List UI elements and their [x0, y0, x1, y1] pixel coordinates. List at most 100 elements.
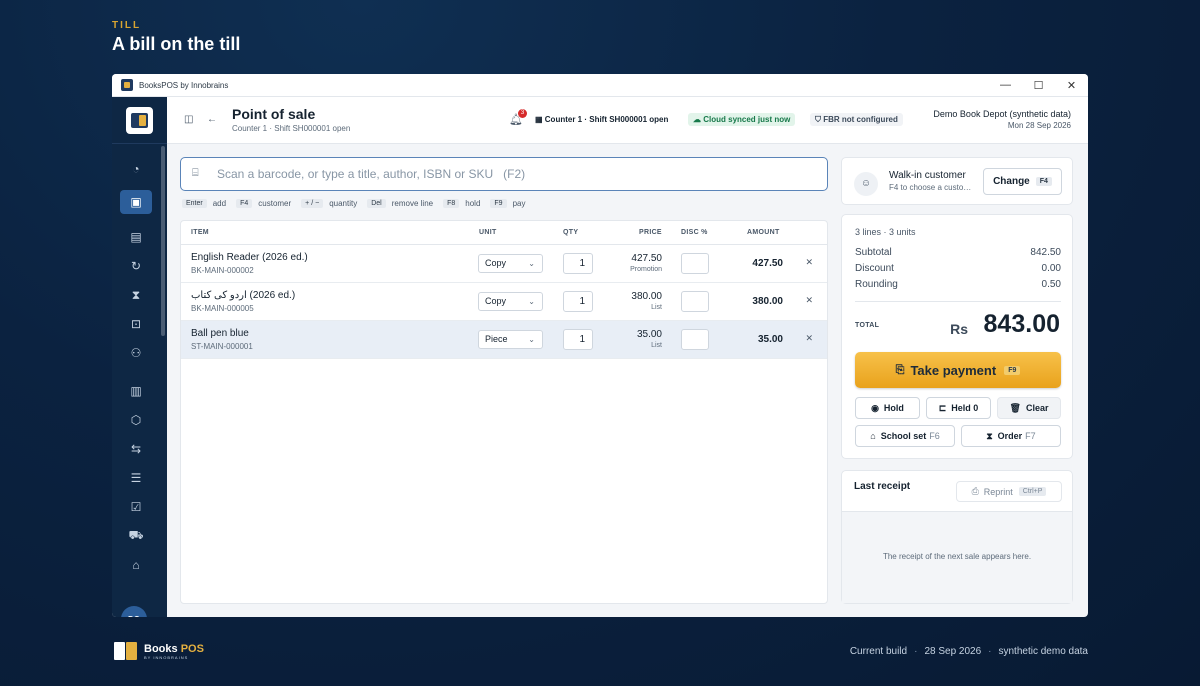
shortcut-key: F4: [236, 199, 253, 208]
store-name: Demo Book Depot (synthetic data): [933, 109, 1071, 119]
unit-select[interactable]: Piece ⌄: [478, 330, 543, 349]
sidebar-item-dashboard[interactable]: ◔: [120, 157, 152, 181]
unit-value: Piece: [485, 334, 508, 344]
page-headline: A bill on the till: [112, 34, 241, 54]
held-sales-button[interactable]: ⊏ Held 0: [926, 397, 991, 419]
sidebar-item-hourglass[interactable]: ⧗: [120, 283, 152, 307]
discount-label: Discount: [855, 263, 894, 274]
app-logo[interactable]: [126, 107, 153, 134]
shortcut-label: quantity: [329, 199, 358, 208]
totals-card: 3 lines · 3 units Subtotal 842.50 Discoun…: [841, 214, 1073, 459]
book-icon: ▥: [130, 384, 142, 398]
reprint-button[interactable]: ⎙ Reprint Ctrl+P: [956, 481, 1062, 502]
quantity-input[interactable]: 1: [563, 329, 593, 350]
pause-icon: ◉: [871, 402, 879, 413]
footer-separator: ·: [914, 646, 918, 657]
sidebar-item-truck[interactable]: ⛟: [120, 524, 152, 548]
rounding-value: 0.50: [1041, 279, 1061, 290]
sidebar-item-transfer[interactable]: ⇆: [120, 437, 152, 461]
clear-button[interactable]: 🗑︎ Clear: [997, 397, 1061, 419]
back-arrow-icon[interactable]: ←: [207, 114, 217, 125]
table-row[interactable]: English Reader (2026 ed.) BK-MAIN-000002 C…: [181, 245, 827, 283]
books-logo-icon: [112, 640, 140, 662]
user-avatar[interactable]: DO: [121, 606, 147, 617]
col-item: ITEM: [191, 229, 209, 236]
school-set-label: School set: [880, 431, 927, 441]
total-currency: Rs: [950, 321, 968, 337]
search-box[interactable]: ⌸: [180, 157, 828, 191]
chevron-down-icon: ⌄: [528, 335, 535, 344]
hold-button[interactable]: ◉ Hold: [855, 397, 920, 419]
discount-input[interactable]: [681, 291, 709, 312]
unit-select[interactable]: Copy ⌄: [478, 254, 543, 273]
subtotal-value: 842.50: [1030, 247, 1061, 258]
sidebar-item-users[interactable]: ⚇: [120, 341, 152, 365]
shortcut-label: hold: [465, 199, 481, 208]
hold-label: Hold: [883, 403, 904, 413]
header-bar: ◫ ← Point of sale Counter 1 · Shift SH00…: [167, 97, 1088, 144]
sync-status-text: Cloud synced just now: [703, 115, 791, 124]
sidebar-item-box[interactable]: ⬡: [120, 408, 152, 432]
counter-status-text: Counter 1 · Shift SH000001 open: [544, 115, 669, 124]
footer-brand-name: Books: [144, 642, 178, 655]
order-label: Order: [997, 431, 1023, 441]
dashboard-icon: ◔: [132, 162, 140, 176]
toggle-sidebar-icon[interactable]: ◫: [184, 114, 193, 125]
sidebar-item-tag[interactable]: ⌂: [120, 553, 152, 577]
item-title: Ball pen blue: [191, 328, 249, 339]
maximize-button[interactable]: ☐: [1022, 79, 1055, 92]
sidebar-item-receipt[interactable]: ▤: [120, 225, 152, 249]
sidebar-item-refresh[interactable]: ↻: [120, 254, 152, 278]
search-input[interactable]: [217, 165, 777, 183]
take-payment-button[interactable]: ⎘ Take payment F9: [855, 352, 1061, 388]
receipt-empty-text: The receipt of the next sale appears her…: [842, 511, 1072, 603]
school-set-button[interactable]: ⌂ School set F6: [855, 425, 955, 447]
quantity-input[interactable]: 1: [563, 291, 593, 312]
remove-line-icon[interactable]: ✕: [805, 257, 813, 268]
col-amount: AMOUNT: [747, 229, 780, 236]
sidebar-item-sliders[interactable]: ☰: [120, 466, 152, 490]
discount-input[interactable]: [681, 253, 709, 274]
table-row[interactable]: Ball pen blue ST-MAIN-000001 Piece ⌄ 1 35.00 L…: [181, 321, 827, 359]
notification-badge: 3: [518, 109, 527, 118]
app-window: BooksPOS by Innobrains — ☐ ✕ ◔ ▣ ▤ ↻ ⧗ ⊡ ⚇ ▥ ⬡ ⇆ ☰…: [112, 74, 1088, 617]
receipt-icon: ▤: [130, 230, 142, 244]
order-button[interactable]: ⧗ Order F7: [961, 425, 1061, 447]
shortcut-key: F8: [443, 199, 460, 208]
table-header: ITEM UNIT QTY PRICE DISC % AMOUNT: [181, 221, 827, 245]
user-icon: ☺: [854, 172, 878, 196]
shortcut-label: remove line: [391, 199, 434, 208]
unit-select[interactable]: Copy ⌄: [478, 292, 543, 311]
customer-card: ☺ Walk-in customer F4 to choose a custom…: [841, 157, 1073, 205]
sidebar-item-book[interactable]: ▥: [120, 379, 152, 403]
shortcut-hints: Enter add F4 customer + / − quantity Del remove…: [182, 199, 535, 208]
sidebar-item-school-bag[interactable]: ⊡: [120, 312, 152, 336]
change-customer-button[interactable]: Change F4: [983, 168, 1062, 195]
clipboard-icon: ☑: [130, 500, 142, 514]
remove-line-icon[interactable]: ✕: [805, 333, 813, 344]
cloud-icon: ☁: [693, 115, 704, 124]
footer-brand: Books POS: [144, 643, 204, 655]
col-disc: DISC %: [681, 229, 708, 236]
sidebar-scrollbar[interactable]: [161, 146, 165, 336]
rounding-label: Rounding: [855, 279, 898, 290]
sidebar-item-clipboard[interactable]: ☑: [120, 495, 152, 519]
school-set-key: F6: [929, 431, 940, 441]
remove-line-icon[interactable]: ✕: [805, 295, 813, 306]
footer-build: Current build: [849, 646, 908, 657]
window-title: BooksPOS by Innobrains: [139, 80, 229, 90]
discount-input[interactable]: [681, 329, 709, 350]
quantity-input[interactable]: 1: [563, 253, 593, 274]
change-customer-key: F4: [1035, 177, 1052, 186]
shortcut-key: + / −: [301, 199, 324, 208]
minimize-button[interactable]: —: [989, 79, 1022, 91]
close-window-button[interactable]: ✕: [1055, 79, 1088, 92]
shortcut-key: Del: [367, 199, 386, 208]
sidebar-item-scan[interactable]: ▣: [120, 190, 152, 214]
price-source: List: [651, 304, 662, 311]
page-subtitle: Counter 1 · Shift SH000001 open: [232, 124, 351, 133]
shield-icon: ⛉: [815, 115, 824, 124]
col-unit: UNIT: [479, 229, 497, 236]
truck-icon: ⛟: [128, 528, 144, 542]
table-row[interactable]: اردو کی کتاب (2026 ed.) BK-MAIN-000005 Cop…: [181, 283, 827, 321]
